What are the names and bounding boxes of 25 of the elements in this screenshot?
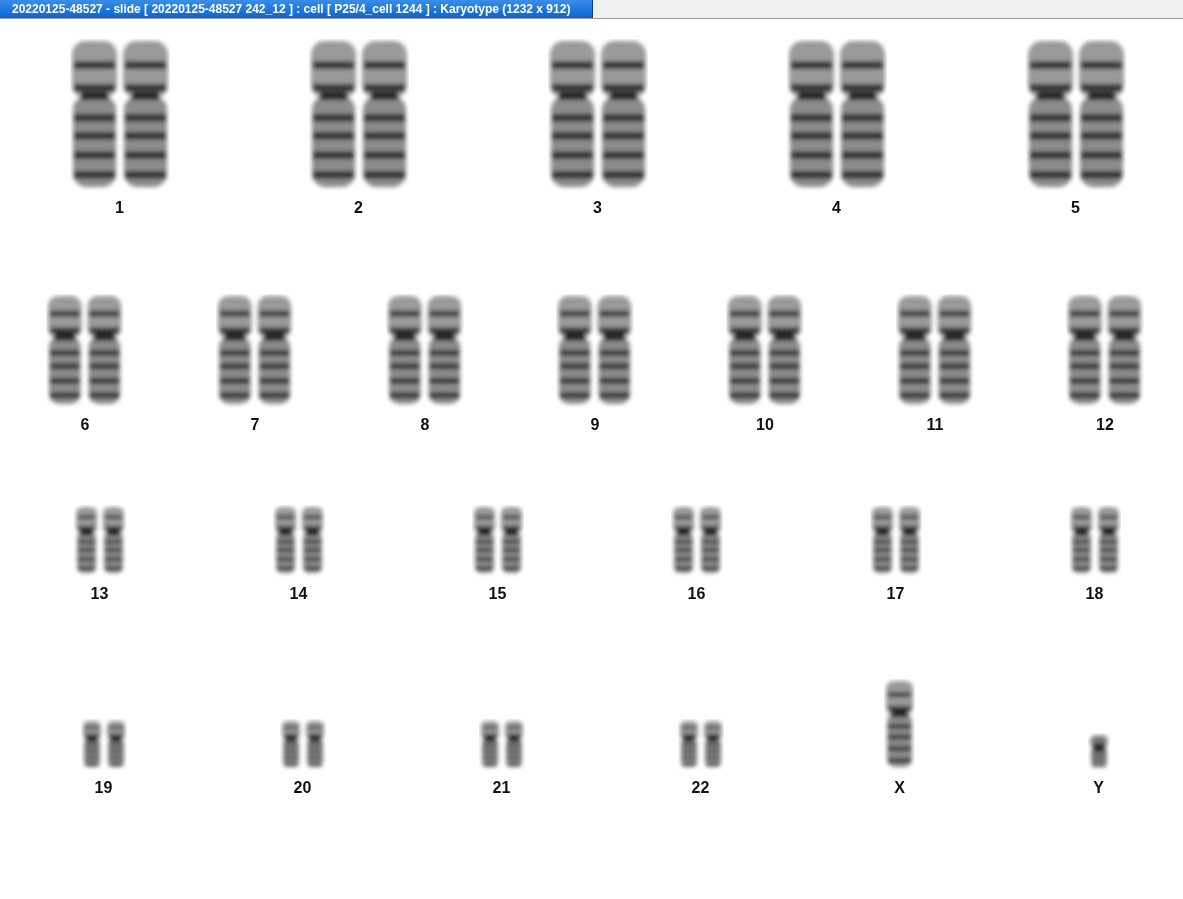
chromosome-label: 22 <box>691 779 710 797</box>
chromosome-label: 8 <box>420 416 430 434</box>
chromosome-label: 3 <box>593 199 602 217</box>
chromosome-label: 5 <box>1071 199 1080 217</box>
chromosome-label: 19 <box>94 779 113 797</box>
chromosome-label: 13 <box>90 585 109 603</box>
chromosome-label: 17 <box>886 585 905 603</box>
chromosome-label: 14 <box>289 585 308 603</box>
chromosome-label: 20 <box>293 779 312 797</box>
chromosome-label: 10 <box>756 416 774 434</box>
chromosome-label: 12 <box>1096 416 1114 434</box>
chromosome-label: 21 <box>492 779 511 797</box>
chromosome-label: 15 <box>488 585 507 603</box>
chromosome-label: 2 <box>354 199 363 217</box>
chromosome-label: 11 <box>926 416 944 434</box>
chromosome-label: 9 <box>590 416 600 434</box>
chromosome-label: 18 <box>1085 585 1104 603</box>
chromosome-label: 4 <box>832 199 841 217</box>
chromosome-label: 6 <box>80 416 90 434</box>
chromosome-label: Y <box>1093 779 1104 797</box>
window-title: 20220125-48527 - slide [ 20220125-48527 242_12 ] : cell [ P25/4_cell 1244 ] : Karyotype (1232 x 912) <box>0 0 594 18</box>
chromosome-label: 16 <box>687 585 706 603</box>
chromosome-label: X <box>894 779 905 797</box>
chromosome-label: 7 <box>250 416 260 434</box>
chromosome-label: 1 <box>115 199 124 217</box>
